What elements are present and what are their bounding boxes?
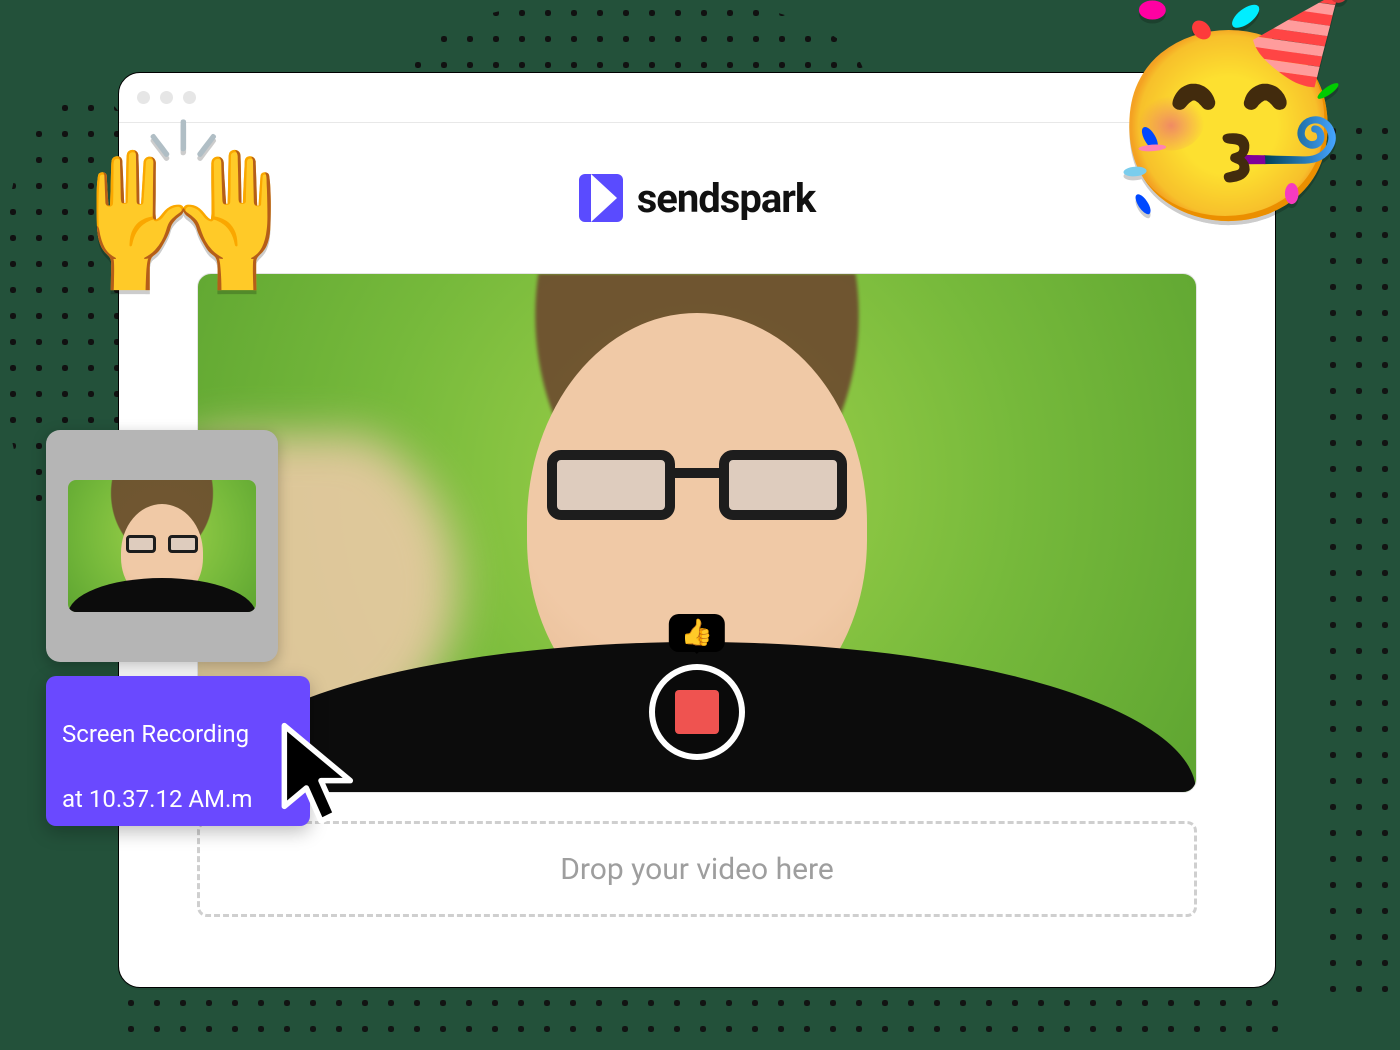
window-titlebar: [119, 73, 1275, 123]
video-dropzone[interactable]: Drop your video here: [197, 821, 1197, 917]
stop-recording-button[interactable]: [649, 664, 745, 760]
window-traffic-dot: [160, 91, 173, 104]
brand-header: sendspark: [119, 123, 1275, 273]
mouse-cursor-icon: [276, 722, 366, 832]
brand-logo-icon: [579, 174, 623, 222]
dragged-file-name-badge: Screen Recording at 10.37.12 AM.m: [46, 676, 310, 826]
window-traffic-dot: [137, 91, 150, 104]
dragged-file-name-line2: at 10.37.12 AM.m: [62, 785, 252, 813]
reaction-tooltip: 👍: [669, 614, 725, 652]
dragged-file-name-line1: Screen Recording: [62, 720, 249, 748]
dropzone-label: Drop your video here: [560, 852, 834, 887]
window-traffic-dot: [183, 91, 196, 104]
thumbs-up-icon: 👍: [681, 618, 713, 648]
dragged-file-group[interactable]: Screen Recording at 10.37.12 AM.m: [46, 430, 326, 826]
video-preview: 👍: [197, 273, 1197, 793]
dragged-file-thumbnail: [46, 430, 278, 662]
video-area: 👍: [197, 273, 1197, 793]
decor-dots: [118, 990, 1278, 1050]
brand-name: sendspark: [637, 175, 816, 222]
decor-dots: [1320, 118, 1400, 1008]
stop-icon: [675, 690, 719, 734]
